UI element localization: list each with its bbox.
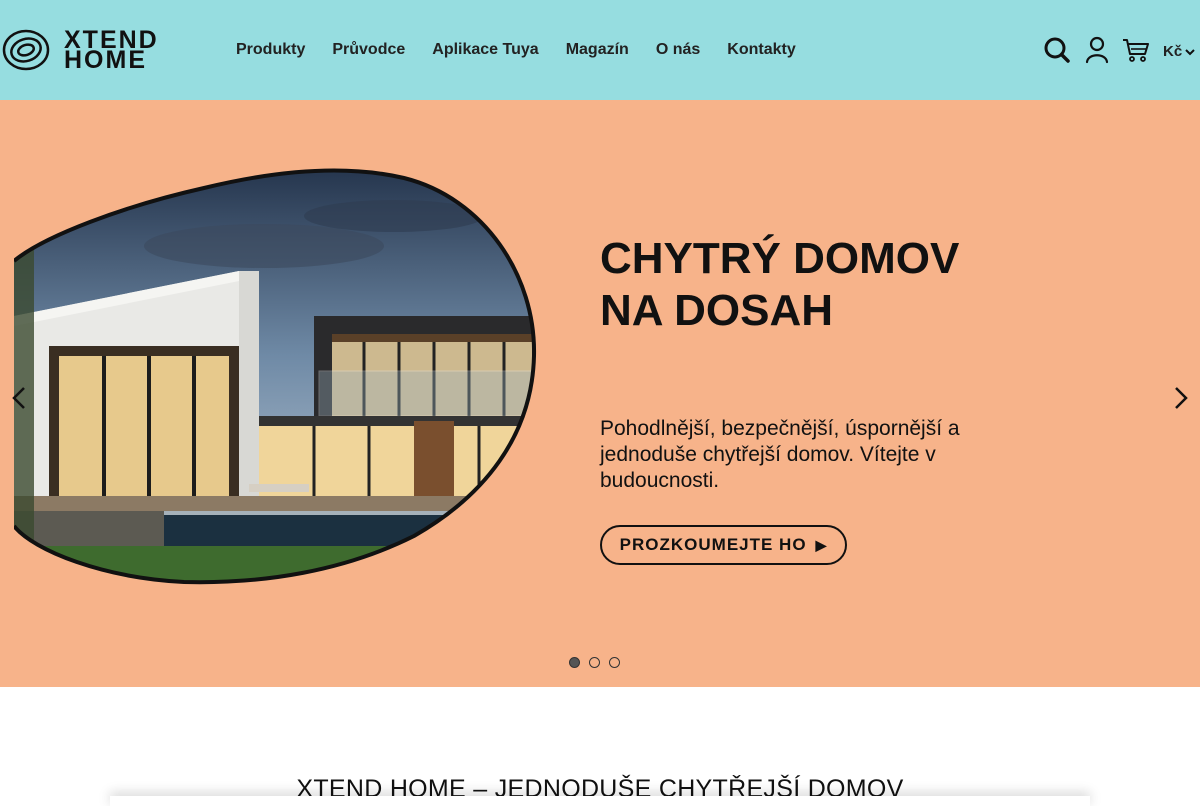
slider-dot-1[interactable] xyxy=(569,657,580,668)
hero-house-image xyxy=(14,168,537,585)
cart-icon[interactable] xyxy=(1121,36,1151,64)
chevron-down-icon xyxy=(1185,48,1195,55)
nav-item-magazin[interactable]: Magazín xyxy=(566,40,629,60)
logo[interactable]: XTEND HOME xyxy=(2,28,202,74)
site-header: XTEND HOME Produkty Průvodce Aplikace Tu… xyxy=(0,0,1200,100)
content-card-edge xyxy=(110,796,1090,806)
slider-dot-3[interactable] xyxy=(609,657,620,668)
hero-description: Pohodlnější, bezpečnější, úspornější a j… xyxy=(600,417,960,492)
nav-item-pruvodce[interactable]: Průvodce xyxy=(332,40,405,60)
hero-slider: CHYTRÝ DOMOV NA DOSAH Pohodlnější, bezpe… xyxy=(0,100,1200,687)
nav-item-kontakty[interactable]: Kontakty xyxy=(727,40,795,60)
slider-dot-2[interactable] xyxy=(589,657,600,668)
logo-line-2: HOME xyxy=(64,46,147,74)
user-icon[interactable] xyxy=(1085,36,1109,64)
search-icon[interactable] xyxy=(1043,36,1071,64)
explore-button-label: PROZKOUMEJTE HO xyxy=(619,535,807,554)
nav-item-aplikace-tuya[interactable]: Aplikace Tuya xyxy=(432,40,538,60)
main-nav: Produkty Průvodce Aplikace Tuya Magazín … xyxy=(236,40,823,60)
nav-item-produkty[interactable]: Produkty xyxy=(236,40,305,60)
currency-selector[interactable]: Kč xyxy=(1163,43,1195,60)
logo-icon xyxy=(2,29,50,71)
explore-button[interactable]: PROZKOUMEJTE HO ▶ xyxy=(600,525,847,565)
currency-label: Kč xyxy=(1163,43,1183,60)
slider-dots xyxy=(569,657,629,668)
slider-prev-arrow[interactable] xyxy=(10,385,28,411)
hero-title: CHYTRÝ DOMOV NA DOSAH xyxy=(600,234,960,335)
play-icon: ▶ xyxy=(815,536,828,553)
slider-next-arrow[interactable] xyxy=(1172,385,1190,411)
logo-wordmark: XTEND HOME xyxy=(64,28,159,74)
nav-item-o-nas[interactable]: O nás xyxy=(656,40,700,60)
